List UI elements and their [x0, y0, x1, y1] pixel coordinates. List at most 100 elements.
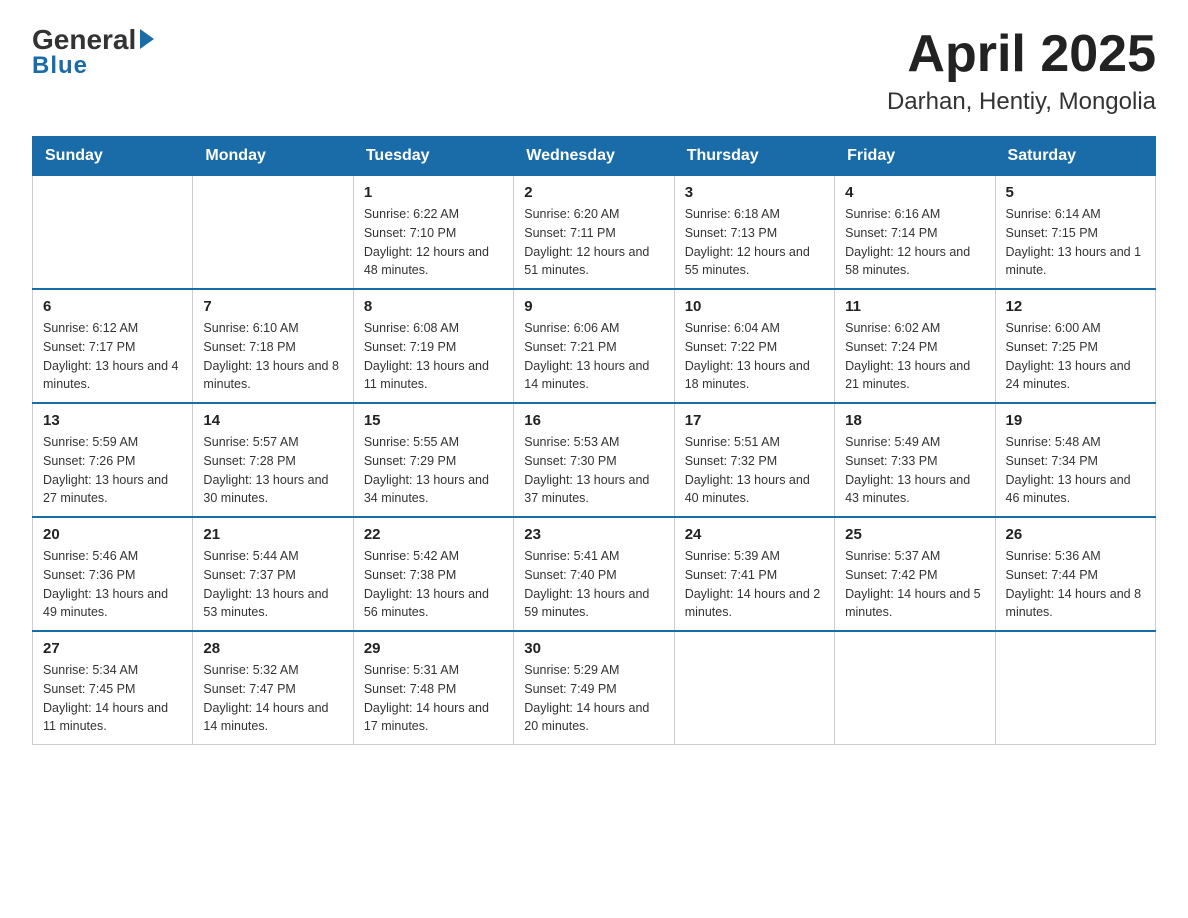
calendar-cell	[835, 631, 995, 745]
calendar-week-4: 20Sunrise: 5:46 AM Sunset: 7:36 PM Dayli…	[33, 517, 1156, 631]
calendar-cell: 17 Sunrise: 5:51 AM Sunset: 7:32 PM Dayli…	[674, 403, 834, 517]
calendar-header-friday: Friday	[835, 137, 995, 176]
day-number: 11	[845, 298, 984, 315]
calendar-cell: 28 Sunrise: 5:32 AM Sunset: 7:47 PM Dayli…	[193, 631, 353, 745]
calendar-header-tuesday: Tuesday	[353, 137, 513, 176]
day-info: Sunrise: 6:14 AM Sunset: 7:15 PM Dayligh…	[1006, 205, 1145, 280]
calendar-cell: 3Sunrise: 6:18 AM Sunset: 7:13 PM Daylig…	[674, 176, 834, 290]
calendar-cell: 14Sunrise: 5:57 AM Sunset: 7:28 PM Dayli…	[193, 403, 353, 517]
day-number: 30	[524, 640, 663, 657]
day-info: Sunrise: 5:32 AM Sunset: 7:47 PM Dayligh…	[203, 661, 342, 736]
day-info: Sunrise: 5:36 AM Sunset: 7:44 PM Dayligh…	[1006, 547, 1145, 622]
logo-arrow-icon	[140, 29, 154, 49]
calendar-cell	[995, 631, 1155, 745]
day-info: Sunrise: 6:16 AM Sunset: 7:14 PM Dayligh…	[845, 205, 984, 280]
calendar-table: SundayMondayTuesdayWednesdayThursdayFrid…	[32, 136, 1156, 745]
calendar-cell: 27 Sunrise: 5:34 AM Sunset: 7:45 PM Dayli…	[33, 631, 193, 745]
day-number: 4	[845, 184, 984, 201]
day-info: Sunrise: 5:55 AM Sunset: 7:29 PM Dayligh…	[364, 433, 503, 508]
day-number: 13	[43, 412, 182, 429]
day-number: 14	[203, 412, 342, 429]
calendar-cell: 1 Sunrise: 6:22 AM Sunset: 7:10 PM Daylig…	[353, 176, 513, 290]
calendar-cell: 12Sunrise: 6:00 AM Sunset: 7:25 PM Dayli…	[995, 289, 1155, 403]
location-title: Darhan, Hentiy, Mongolia	[887, 88, 1156, 116]
day-info: Sunrise: 6:20 AM Sunset: 7:11 PM Dayligh…	[524, 205, 663, 280]
calendar-header-monday: Monday	[193, 137, 353, 176]
calendar-week-3: 13Sunrise: 5:59 AM Sunset: 7:26 PM Dayli…	[33, 403, 1156, 517]
calendar-cell	[193, 176, 353, 290]
calendar-cell: 25Sunrise: 5:37 AM Sunset: 7:42 PM Dayli…	[835, 517, 995, 631]
day-number: 26	[1006, 526, 1145, 543]
day-info: Sunrise: 6:00 AM Sunset: 7:25 PM Dayligh…	[1006, 319, 1145, 394]
calendar-cell: 30 Sunrise: 5:29 AM Sunset: 7:49 PM Dayli…	[514, 631, 674, 745]
title-block: April 2025 Darhan, Hentiy, Mongolia	[887, 24, 1156, 116]
day-number: 9	[524, 298, 663, 315]
calendar-cell: 4 Sunrise: 6:16 AM Sunset: 7:14 PM Daylig…	[835, 176, 995, 290]
calendar-cell: 13Sunrise: 5:59 AM Sunset: 7:26 PM Dayli…	[33, 403, 193, 517]
calendar-header-wednesday: Wednesday	[514, 137, 674, 176]
calendar-cell: 29 Sunrise: 5:31 AM Sunset: 7:48 PM Dayli…	[353, 631, 513, 745]
calendar-cell: 2 Sunrise: 6:20 AM Sunset: 7:11 PM Daylig…	[514, 176, 674, 290]
calendar-cell: 20Sunrise: 5:46 AM Sunset: 7:36 PM Dayli…	[33, 517, 193, 631]
calendar-cell: 5 Sunrise: 6:14 AM Sunset: 7:15 PM Daylig…	[995, 176, 1155, 290]
day-info: Sunrise: 6:08 AM Sunset: 7:19 PM Dayligh…	[364, 319, 503, 394]
calendar-cell: 24 Sunrise: 5:39 AM Sunset: 7:41 PM Dayli…	[674, 517, 834, 631]
day-info: Sunrise: 5:48 AM Sunset: 7:34 PM Dayligh…	[1006, 433, 1145, 508]
day-info: Sunrise: 5:49 AM Sunset: 7:33 PM Dayligh…	[845, 433, 984, 508]
calendar-cell: 10 Sunrise: 6:04 AM Sunset: 7:22 PM Dayli…	[674, 289, 834, 403]
calendar-cell: 26 Sunrise: 5:36 AM Sunset: 7:44 PM Dayli…	[995, 517, 1155, 631]
calendar-week-5: 27 Sunrise: 5:34 AM Sunset: 7:45 PM Dayli…	[33, 631, 1156, 745]
calendar-cell: 9Sunrise: 6:06 AM Sunset: 7:21 PM Daylig…	[514, 289, 674, 403]
day-number: 1	[364, 184, 503, 201]
calendar-header-row: SundayMondayTuesdayWednesdayThursdayFrid…	[33, 137, 1156, 176]
day-info: Sunrise: 5:29 AM Sunset: 7:49 PM Dayligh…	[524, 661, 663, 736]
day-info: Sunrise: 6:22 AM Sunset: 7:10 PM Dayligh…	[364, 205, 503, 280]
calendar-header-sunday: Sunday	[33, 137, 193, 176]
day-info: Sunrise: 6:04 AM Sunset: 7:22 PM Dayligh…	[685, 319, 824, 394]
calendar-cell	[33, 176, 193, 290]
day-number: 15	[364, 412, 503, 429]
day-number: 29	[364, 640, 503, 657]
day-number: 5	[1006, 184, 1145, 201]
day-number: 27	[43, 640, 182, 657]
day-number: 2	[524, 184, 663, 201]
month-title: April 2025	[887, 24, 1156, 84]
day-number: 10	[685, 298, 824, 315]
day-info: Sunrise: 5:51 AM Sunset: 7:32 PM Dayligh…	[685, 433, 824, 508]
calendar-cell: 16 Sunrise: 5:53 AM Sunset: 7:30 PM Dayli…	[514, 403, 674, 517]
day-info: Sunrise: 5:53 AM Sunset: 7:30 PM Dayligh…	[524, 433, 663, 508]
day-number: 19	[1006, 412, 1145, 429]
day-info: Sunrise: 6:02 AM Sunset: 7:24 PM Dayligh…	[845, 319, 984, 394]
logo-blue-label: Blue	[32, 52, 88, 80]
calendar-cell: 6 Sunrise: 6:12 AM Sunset: 7:17 PM Daylig…	[33, 289, 193, 403]
calendar-cell: 21 Sunrise: 5:44 AM Sunset: 7:37 PM Dayli…	[193, 517, 353, 631]
day-number: 18	[845, 412, 984, 429]
day-info: Sunrise: 5:41 AM Sunset: 7:40 PM Dayligh…	[524, 547, 663, 622]
calendar-cell: 22Sunrise: 5:42 AM Sunset: 7:38 PM Dayli…	[353, 517, 513, 631]
calendar-week-2: 6 Sunrise: 6:12 AM Sunset: 7:17 PM Daylig…	[33, 289, 1156, 403]
day-info: Sunrise: 5:37 AM Sunset: 7:42 PM Dayligh…	[845, 547, 984, 622]
calendar-cell	[674, 631, 834, 745]
day-info: Sunrise: 5:34 AM Sunset: 7:45 PM Dayligh…	[43, 661, 182, 736]
day-number: 28	[203, 640, 342, 657]
day-info: Sunrise: 6:10 AM Sunset: 7:18 PM Dayligh…	[203, 319, 342, 394]
day-number: 24	[685, 526, 824, 543]
day-info: Sunrise: 5:44 AM Sunset: 7:37 PM Dayligh…	[203, 547, 342, 622]
day-info: Sunrise: 5:31 AM Sunset: 7:48 PM Dayligh…	[364, 661, 503, 736]
calendar-week-1: 1 Sunrise: 6:22 AM Sunset: 7:10 PM Daylig…	[33, 176, 1156, 290]
day-number: 21	[203, 526, 342, 543]
day-number: 17	[685, 412, 824, 429]
calendar-cell: 7Sunrise: 6:10 AM Sunset: 7:18 PM Daylig…	[193, 289, 353, 403]
day-info: Sunrise: 5:39 AM Sunset: 7:41 PM Dayligh…	[685, 547, 824, 622]
logo: General Blue	[32, 24, 154, 80]
day-number: 6	[43, 298, 182, 315]
calendar-cell: 19 Sunrise: 5:48 AM Sunset: 7:34 PM Dayli…	[995, 403, 1155, 517]
calendar-cell: 18 Sunrise: 5:49 AM Sunset: 7:33 PM Dayli…	[835, 403, 995, 517]
day-info: Sunrise: 6:12 AM Sunset: 7:17 PM Dayligh…	[43, 319, 182, 394]
day-number: 16	[524, 412, 663, 429]
day-info: Sunrise: 5:42 AM Sunset: 7:38 PM Dayligh…	[364, 547, 503, 622]
day-number: 23	[524, 526, 663, 543]
day-info: Sunrise: 6:18 AM Sunset: 7:13 PM Dayligh…	[685, 205, 824, 280]
calendar-header-thursday: Thursday	[674, 137, 834, 176]
calendar-cell: 15 Sunrise: 5:55 AM Sunset: 7:29 PM Dayli…	[353, 403, 513, 517]
